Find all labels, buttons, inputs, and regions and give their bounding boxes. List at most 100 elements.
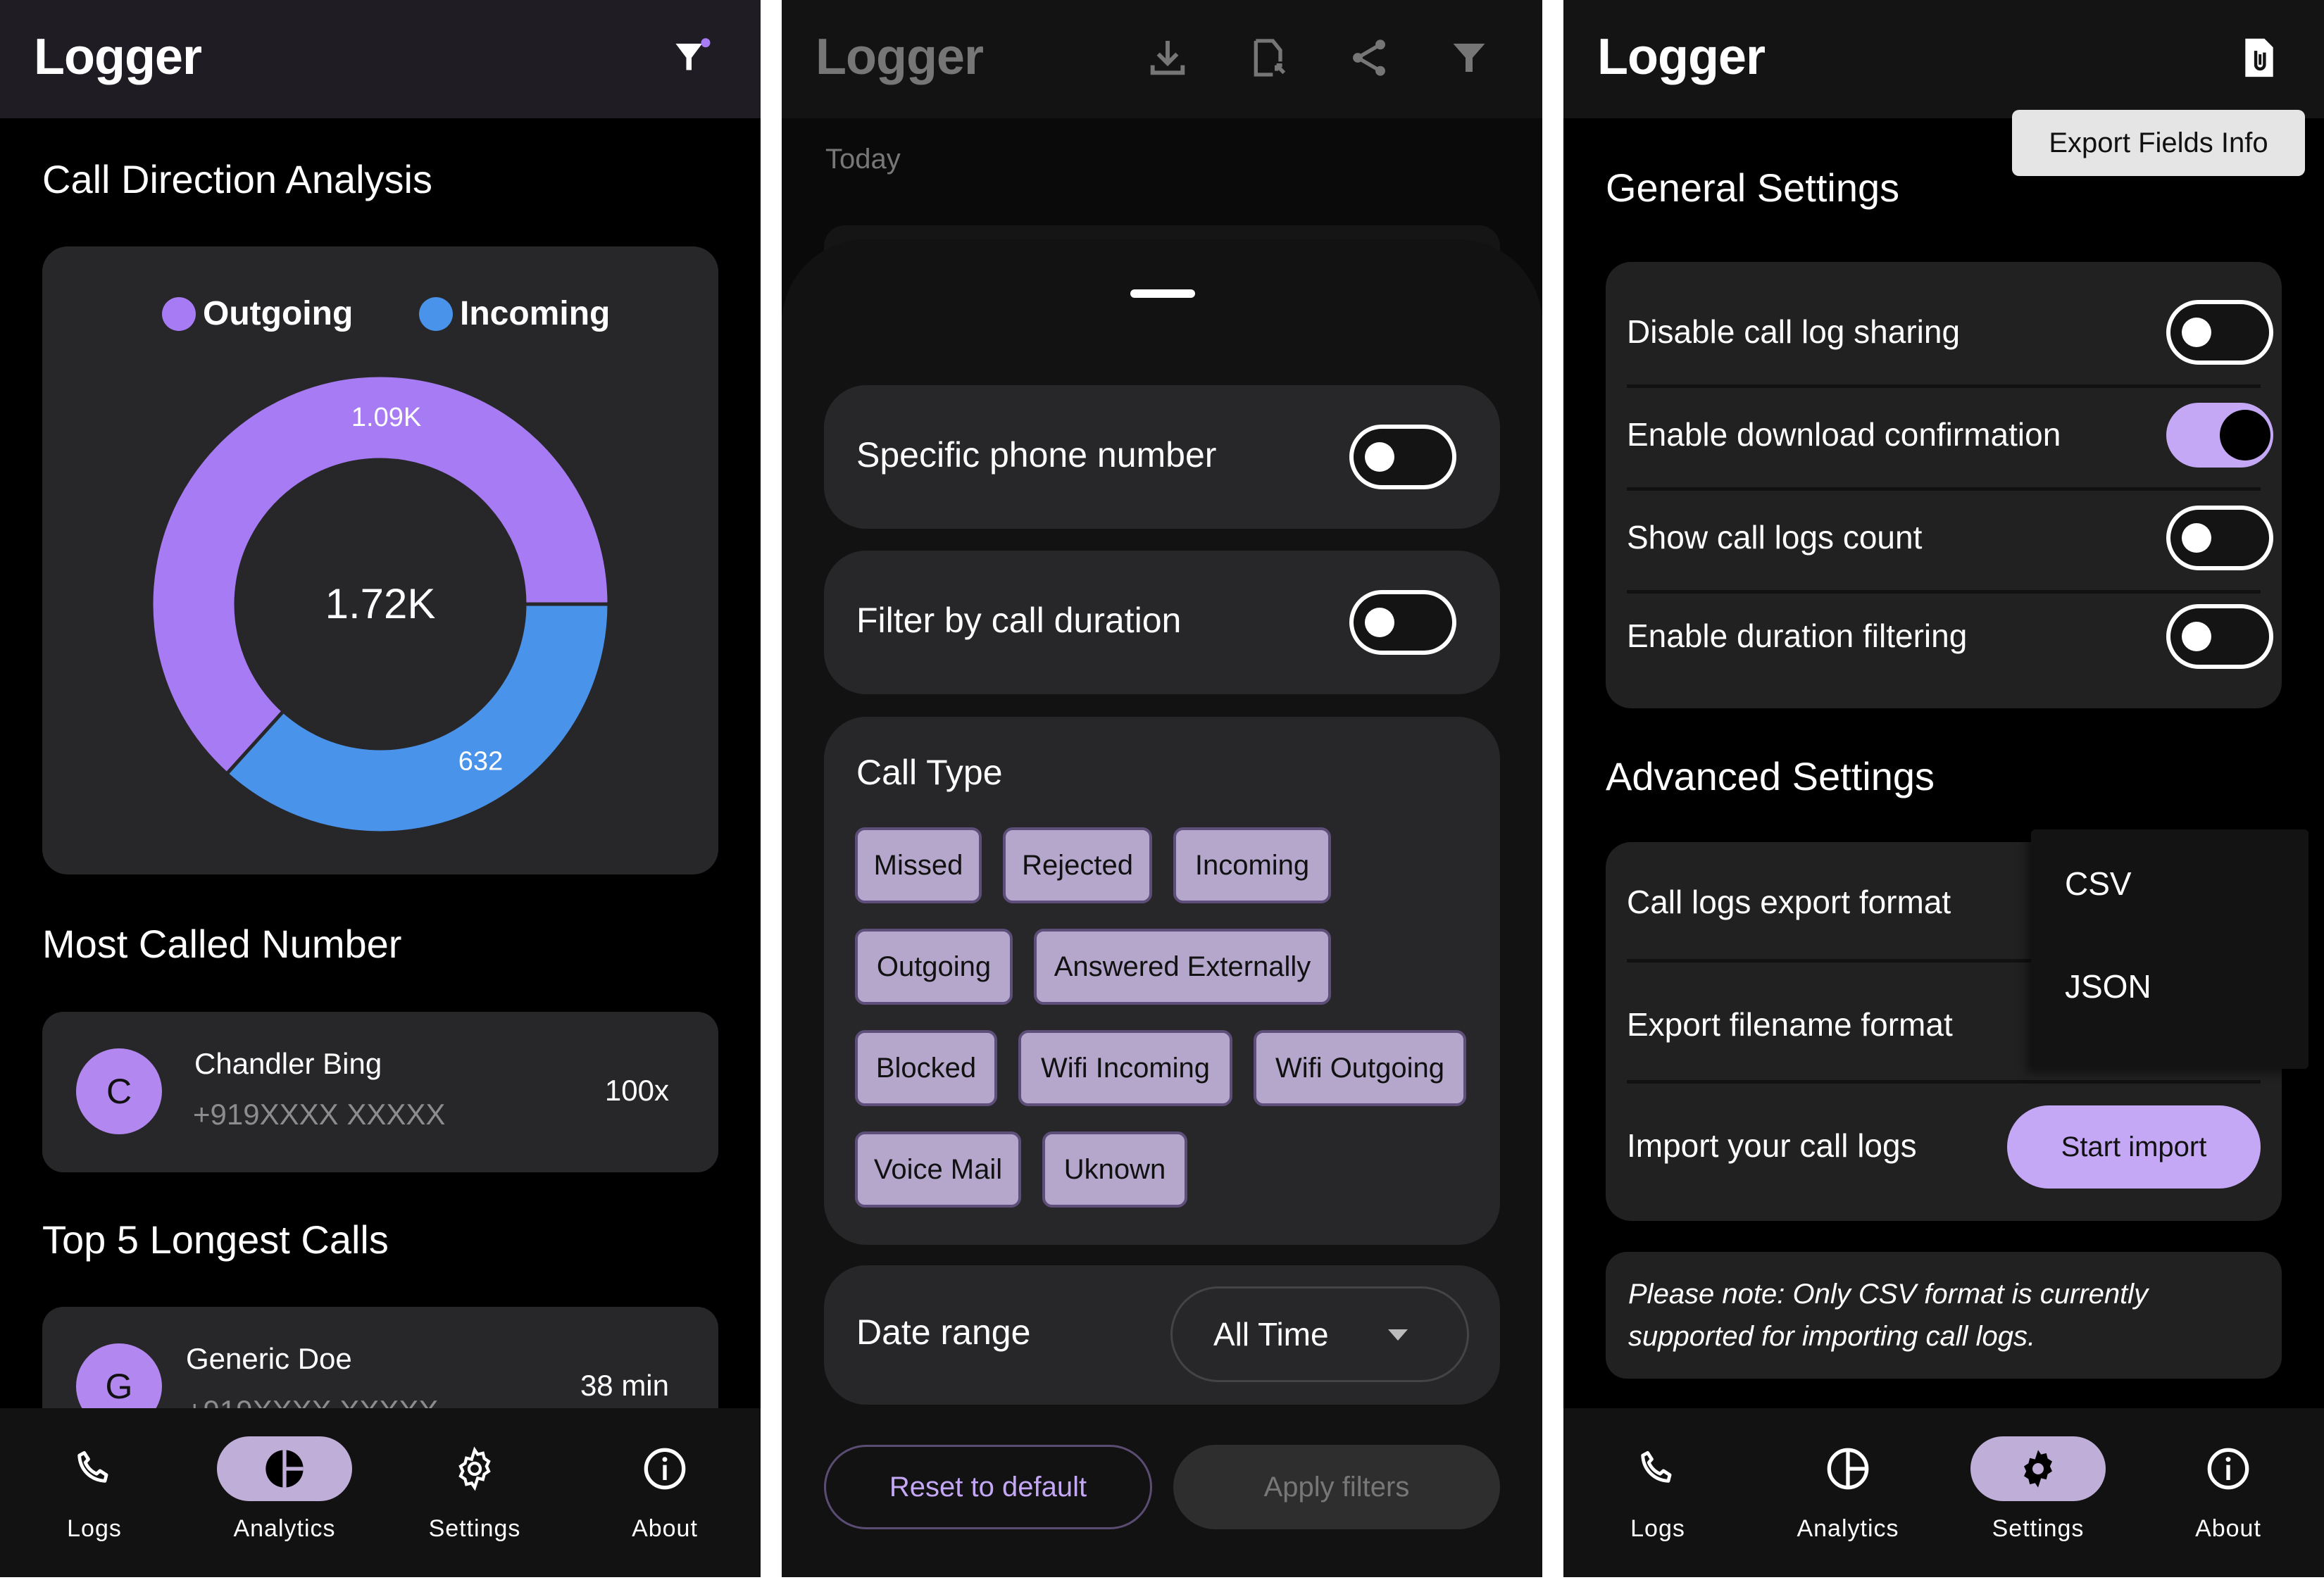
- show-count-toggle[interactable]: [2166, 506, 2273, 570]
- call-type-title: Call Type: [856, 753, 1003, 792]
- nav-label: Settings: [1992, 1515, 2085, 1542]
- app-bar: Logger: [782, 0, 1542, 118]
- nav-label: Logs: [1630, 1515, 1685, 1542]
- settings-screen: Logger Export Fields Info General Settin…: [1563, 0, 2324, 1577]
- nav-label: About: [632, 1515, 698, 1542]
- most-called-card[interactable]: C Chandler Bing +919XXXX XXXXX 100x: [42, 1012, 718, 1172]
- duration-filtering-toggle[interactable]: [2166, 604, 2273, 669]
- format-dropdown-menu: CSV JSON: [2031, 829, 2309, 1069]
- info-icon: [2207, 1448, 2249, 1490]
- nav-label: Settings: [428, 1515, 521, 1542]
- phone-icon: [77, 1450, 108, 1483]
- import-note: Please note: Only CSV format is currentl…: [1628, 1279, 2149, 1352]
- analytics-icon: [265, 1450, 304, 1488]
- nav-item-about[interactable]: About: [594, 1436, 735, 1563]
- chip-rejected[interactable]: Rejected: [1003, 827, 1152, 903]
- nav-label: About: [2195, 1515, 2261, 1542]
- export-fields-info-button[interactable]: [2230, 28, 2289, 87]
- date-range-row: Date range All Time: [824, 1265, 1500, 1405]
- divider: [1627, 590, 2261, 594]
- filter-icon: [675, 38, 711, 70]
- toggle-knob: [2182, 622, 2211, 651]
- file-attachment-icon: [2245, 38, 2273, 77]
- specific-phone-label: Specific phone number: [856, 435, 1217, 475]
- filter-button[interactable]: [1439, 28, 1499, 87]
- nav-item-about[interactable]: About: [2158, 1436, 2299, 1563]
- format-option-json[interactable]: JSON: [2065, 967, 2151, 1005]
- date-range-dropdown[interactable]: All Time: [1170, 1286, 1469, 1382]
- slice-label-outgoing: 1.09K: [351, 403, 421, 432]
- nav-label: Analytics: [1797, 1515, 1899, 1542]
- download-icon: [1150, 41, 1185, 75]
- chip-wifi-incoming[interactable]: Wifi Incoming: [1018, 1030, 1232, 1106]
- specific-phone-toggle[interactable]: [1349, 425, 1456, 489]
- call-duration-row: Filter by call duration: [824, 551, 1500, 694]
- nav-item-logs[interactable]: Logs: [1587, 1436, 1728, 1563]
- download-confirmation-toggle[interactable]: [2166, 403, 2273, 468]
- toggle-knob: [1365, 442, 1394, 472]
- setting-label: Enable download confirmation: [1627, 416, 2061, 453]
- drag-handle[interactable]: [1130, 289, 1195, 298]
- date-range-value: All Time: [1213, 1316, 1329, 1353]
- app-title: Logger: [1597, 29, 1766, 85]
- analytics-screen: Logger Call Direction Analysis Outgoing …: [0, 0, 761, 1577]
- export-file-button[interactable]: [1239, 28, 1299, 87]
- toggle-knob: [1365, 608, 1394, 637]
- toggle-knob: [2182, 523, 2211, 553]
- bottom-nav: Logs Analytics Settings About: [0, 1408, 761, 1577]
- contact-name: Generic Doe: [186, 1342, 352, 1375]
- chip-missed[interactable]: Missed: [855, 827, 982, 903]
- filter-icon: [1453, 44, 1485, 72]
- filter-button[interactable]: [662, 28, 721, 87]
- chip-incoming[interactable]: Incoming: [1173, 827, 1331, 903]
- export-format-label[interactable]: Call logs export format: [1627, 883, 1951, 921]
- app-title: Logger: [816, 29, 984, 85]
- chip-wifi-outgoing[interactable]: Wifi Outgoing: [1254, 1030, 1466, 1106]
- chip-voice-mail[interactable]: Voice Mail: [855, 1131, 1021, 1208]
- call-duration-toggle[interactable]: [1349, 590, 1456, 655]
- toggle-knob: [2220, 410, 2270, 460]
- filename-format-label[interactable]: Export filename format: [1627, 1005, 1953, 1043]
- nav-item-settings[interactable]: Settings: [1968, 1436, 2109, 1563]
- file-export-icon: [1254, 39, 1286, 77]
- nav-item-logs[interactable]: Logs: [24, 1436, 165, 1563]
- nav-label: Logs: [67, 1515, 122, 1542]
- app-bar: Logger: [1563, 0, 2324, 118]
- dropdown-arrow-icon: [1388, 1329, 1408, 1341]
- settings-icon: [2024, 1450, 2052, 1488]
- call-direction-title: Call Direction Analysis: [42, 157, 432, 201]
- call-type-card: Call Type Missed Rejected Incoming Outgo…: [824, 717, 1500, 1245]
- app-title: Logger: [34, 29, 202, 85]
- phone-icon: [1641, 1450, 1672, 1483]
- nav-item-settings[interactable]: Settings: [404, 1436, 545, 1563]
- chip-outgoing[interactable]: Outgoing: [855, 929, 1013, 1005]
- chip-answered-externally[interactable]: Answered Externally: [1034, 929, 1331, 1005]
- chip-blocked[interactable]: Blocked: [855, 1030, 997, 1106]
- download-button[interactable]: [1138, 28, 1197, 87]
- reset-button[interactable]: Reset to default: [824, 1445, 1152, 1529]
- general-settings-title: General Settings: [1606, 165, 1900, 210]
- donut-slice-incoming: [224, 602, 611, 835]
- share-button[interactable]: [1339, 28, 1399, 87]
- nav-item-analytics[interactable]: Analytics: [214, 1436, 355, 1563]
- import-note-card: Please note: Only CSV format is currentl…: [1606, 1252, 2282, 1379]
- filter-bottom-sheet: Specific phone number Filter by call dur…: [782, 239, 1542, 1577]
- setting-label: Show call logs count: [1627, 519, 1923, 556]
- disable-sharing-toggle[interactable]: [2166, 300, 2273, 365]
- slice-label-incoming: 632: [458, 746, 503, 776]
- date-header: Today: [825, 144, 901, 175]
- divider: [1627, 384, 2261, 388]
- nav-item-analytics[interactable]: Analytics: [1778, 1436, 1918, 1563]
- most-called-title: Most Called Number: [42, 922, 402, 966]
- specific-phone-row: Specific phone number: [824, 385, 1500, 529]
- apply-button[interactable]: Apply filters: [1173, 1445, 1500, 1529]
- contact-name: Chandler Bing: [194, 1047, 382, 1080]
- format-option-csv[interactable]: CSV: [2065, 865, 2132, 903]
- divider: [1627, 1080, 2261, 1084]
- chip-unknown[interactable]: Uknown: [1042, 1131, 1187, 1208]
- general-settings-card: Disable call log sharing Enable download…: [1606, 262, 2282, 708]
- call-duration-label: Filter by call duration: [856, 601, 1182, 640]
- toggle-knob: [2182, 318, 2211, 347]
- nav-label: Analytics: [233, 1515, 336, 1542]
- start-import-button[interactable]: Start import: [2007, 1105, 2261, 1189]
